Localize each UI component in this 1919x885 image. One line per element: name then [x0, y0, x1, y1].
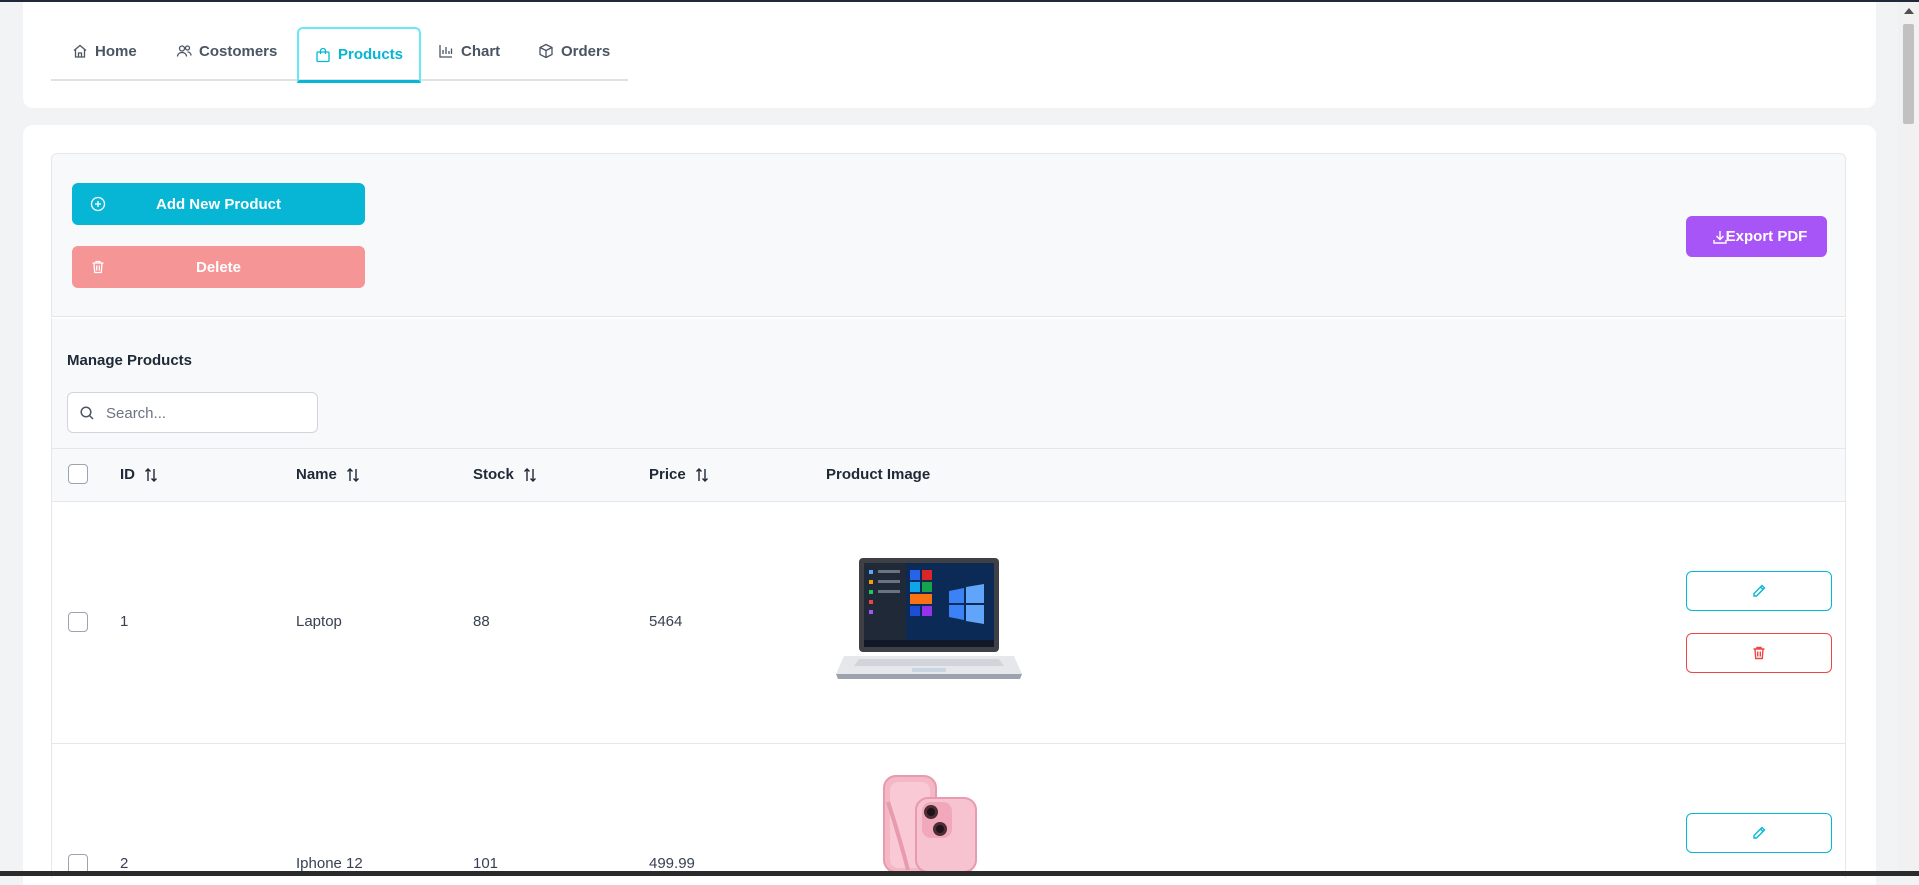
tab-orders-label: Orders — [561, 42, 611, 60]
sort-icon — [523, 467, 536, 482]
trash-icon — [1753, 646, 1765, 660]
column-header-id[interactable]: ID — [120, 466, 159, 483]
window-bottom-border — [0, 871, 1919, 876]
add-new-product-button[interactable]: Add New Product — [72, 183, 365, 225]
search-box — [67, 392, 318, 434]
cell-name: Laptop — [296, 613, 342, 630]
cell-price: 5464 — [649, 613, 683, 630]
pink-iphone-image — [878, 772, 988, 877]
tab-chart-label: Chart — [461, 42, 501, 60]
laptop-image — [834, 556, 1024, 691]
sort-icon — [145, 467, 157, 482]
tab-bar: Home Costomers Products Chart Orders — [51, 25, 628, 83]
column-header-id-label: ID — [120, 466, 135, 483]
scrollbar-thumb[interactable] — [1903, 24, 1914, 124]
column-header-price-label: Price — [649, 466, 686, 483]
cell-id: 2 — [120, 855, 129, 872]
table-caption-area — [52, 319, 1845, 449]
plus-circle-icon — [90, 196, 106, 212]
column-header-product-image-label: Product Image — [826, 466, 931, 483]
column-header-stock-label: Stock — [473, 466, 514, 483]
tab-orders[interactable]: Orders — [538, 25, 610, 77]
export-pdf-label: Export PDF — [1725, 228, 1808, 245]
select-all-checkbox[interactable] — [68, 464, 88, 484]
vertical-scrollbar[interactable] — [1898, 2, 1919, 871]
cell-stock: 88 — [473, 613, 490, 630]
search-icon — [80, 406, 94, 420]
sort-icon — [695, 467, 708, 482]
cell-price: 499.99 — [649, 855, 695, 872]
add-new-product-label: Add New Product — [155, 195, 281, 213]
home-icon — [73, 44, 87, 58]
trash-icon — [92, 260, 104, 274]
shopping-bag-icon — [316, 47, 330, 62]
tab-home-label: Home — [95, 42, 137, 60]
cell-id: 1 — [120, 613, 129, 630]
delete-button[interactable]: Delete — [72, 246, 365, 288]
toolbar — [51, 153, 1846, 317]
pencil-icon — [1753, 584, 1766, 597]
column-header-product-image: Product Image — [826, 466, 930, 483]
tab-products-label: Products — [338, 46, 404, 63]
bar-chart-icon — [439, 45, 453, 58]
export-pdf-button[interactable]: Export PDF — [1686, 216, 1827, 257]
column-header-stock[interactable]: Stock — [473, 466, 538, 483]
box-icon — [539, 43, 553, 59]
pencil-icon — [1753, 826, 1766, 839]
row-checkbox[interactable] — [68, 612, 88, 632]
scroll-up-arrow-icon[interactable] — [1904, 8, 1914, 14]
tab-costomers[interactable]: Costomers — [176, 25, 277, 77]
tab-costomers-label: Costomers — [199, 42, 278, 60]
users-icon — [176, 45, 192, 57]
delete-label: Delete — [195, 258, 242, 276]
row-divider — [52, 743, 1845, 744]
tab-home[interactable]: Home — [72, 25, 137, 77]
search-input[interactable] — [104, 393, 313, 434]
tab-products[interactable]: Products — [297, 27, 422, 83]
tab-chart[interactable]: Chart — [438, 25, 500, 77]
column-header-name[interactable]: Name — [296, 466, 361, 483]
column-header-name-label: Name — [296, 466, 337, 483]
cell-name: Iphone 12 — [296, 855, 363, 872]
column-header-price[interactable]: Price — [649, 466, 710, 483]
sort-icon — [346, 467, 359, 482]
delete-row-button[interactable] — [1686, 633, 1832, 673]
edit-button[interactable] — [1686, 571, 1832, 611]
download-icon — [1713, 230, 1727, 244]
table-title: Manage Products — [67, 352, 193, 369]
edit-button[interactable] — [1686, 813, 1832, 853]
cell-stock: 101 — [473, 855, 499, 872]
